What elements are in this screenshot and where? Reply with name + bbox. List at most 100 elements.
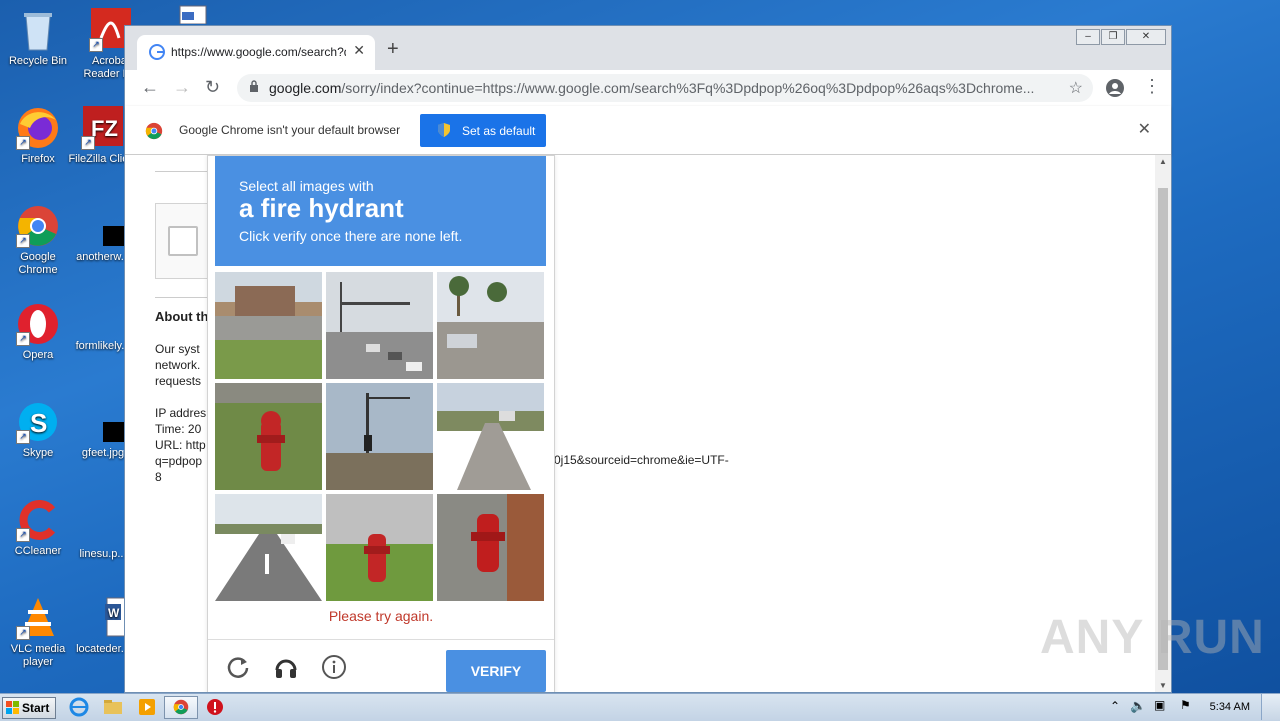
chrome-icon: ↗ (16, 204, 60, 248)
audio-challenge-icon[interactable] (273, 654, 299, 680)
new-tab-icon[interactable]: + (387, 38, 399, 61)
url-tail-text: 0j15&sourceid=chrome&ie=UTF- (554, 453, 729, 467)
reload-icon[interactable]: ↻ (205, 77, 220, 98)
desktop-icon-label: locateder... (76, 643, 130, 655)
back-icon[interactable]: ← (141, 77, 159, 98)
image-tile-6[interactable] (437, 383, 544, 490)
document-icon (166, 4, 210, 25)
chrome-logo-icon (145, 122, 163, 140)
menu-kebab-icon[interactable]: ⋮ (1143, 76, 1161, 97)
forward-icon[interactable]: → (173, 77, 191, 98)
desktop-icon-label: linesu.p... (79, 548, 127, 560)
media-player-icon[interactable] (136, 697, 158, 717)
verify-button[interactable]: VERIFY (446, 650, 546, 692)
shortcut-arrow-icon: ↗ (16, 234, 30, 248)
text-line: IP addres (155, 406, 207, 420)
skype-icon: S ↗ (16, 400, 60, 444)
minimize-button[interactable]: ‒ (1076, 29, 1100, 45)
show-desktop-button[interactable] (1261, 694, 1280, 720)
set-as-default-button[interactable]: Set as default (420, 114, 546, 147)
tab-close-icon[interactable]: ✕ (353, 42, 365, 59)
image-tile-1[interactable] (215, 272, 322, 379)
vlc-icon: ↗ (16, 596, 60, 640)
close-window-button[interactable]: ✕ (1126, 29, 1166, 45)
desktop-icon-label: Opera (22, 349, 54, 361)
scrollbar-thumb[interactable] (1158, 188, 1168, 670)
desktop-icon-opera[interactable]: ↗ Opera (0, 302, 76, 362)
tab-google-search[interactable]: https://www.google.com/search?q= ✕ (137, 35, 375, 70)
shortcut-arrow-icon: ↗ (16, 528, 30, 542)
infobar-close-icon[interactable]: ✕ (1138, 119, 1151, 139)
desktop-icon-label: anotherw... (76, 251, 130, 263)
shortcut-arrow-icon: ↗ (16, 430, 30, 444)
text-line: q=pdpop (155, 454, 203, 468)
details-text: IP addres Time: 20 URL: http q=pdpop 8 (155, 405, 206, 485)
scroll-down-icon[interactable]: ▼ (1159, 681, 1167, 690)
challenge-footer: VERIFY (208, 639, 554, 692)
image-tile-3[interactable] (437, 272, 544, 379)
volume-icon[interactable]: 🔈 (1130, 698, 1146, 714)
desktop-icon-label: gfeet.jpg (81, 447, 125, 459)
shortcut-arrow-icon: ↗ (89, 38, 103, 52)
explanation-text: Our syst network. requests (155, 341, 201, 389)
lock-icon (250, 80, 258, 92)
profile-avatar-icon[interactable] (1105, 78, 1125, 98)
default-browser-infobar: Google Chrome isn't your default browser… (125, 106, 1171, 155)
shortcut-arrow-icon: ↗ (81, 136, 95, 150)
page-content: About th Our syst network. requests IP a… (125, 155, 1155, 692)
opera-icon: ↗ (16, 302, 60, 346)
image-tile-8[interactable] (326, 494, 433, 601)
desktop-icon-label: Recycle Bin (8, 55, 68, 67)
chrome-taskbar-icon (173, 699, 189, 715)
desktop-icon-recycle-bin[interactable]: Recycle Bin (0, 8, 76, 68)
firefox-icon: ↗ (16, 106, 60, 150)
chrome-window: https://www.google.com/search?q= ✕ + ‒ ❐… (124, 25, 1172, 693)
desktop-icon-label: formlikely... (75, 340, 131, 352)
image-tile-9[interactable] (437, 494, 544, 601)
recaptcha-challenge: Select all images with a fire hydrant Cl… (207, 155, 555, 692)
action-center-flag-icon[interactable]: ⚑ (1180, 698, 1191, 712)
url-host: google.com (269, 80, 342, 96)
url-text: google.com/sorry/index?continue=https://… (269, 80, 1059, 96)
explorer-folder-icon[interactable] (102, 697, 124, 717)
page-heading: About th (155, 309, 209, 324)
recaptcha-checkbox[interactable] (168, 226, 198, 256)
clock[interactable]: 5:34 AM (1210, 701, 1250, 713)
image-tile-4[interactable] (215, 383, 322, 490)
recycle-bin-icon (16, 8, 60, 52)
tab-strip: https://www.google.com/search?q= ✕ + ‒ ❐… (125, 26, 1171, 70)
desktop-icon-label: CCleaner (14, 545, 62, 557)
black-file-icon (81, 420, 141, 444)
image-tile-5[interactable] (326, 383, 433, 490)
info-icon[interactable] (321, 654, 347, 680)
bookmark-star-icon[interactable]: ☆ (1069, 78, 1083, 98)
shortcut-arrow-icon: ↗ (16, 626, 30, 640)
start-button[interactable]: Start (2, 697, 56, 719)
scroll-up-icon[interactable]: ▲ (1159, 157, 1167, 166)
text-line: requests (155, 374, 202, 388)
svg-text:W: W (108, 606, 120, 620)
desktop-icon-document[interactable] (150, 4, 226, 27)
tray-expand-icon[interactable]: ⌃ (1110, 699, 1120, 713)
instruction-line1: Select all images with (239, 178, 374, 194)
svg-text:FZ: FZ (91, 116, 118, 141)
opera-taskbar-icon[interactable] (204, 697, 226, 717)
error-message: Please try again. (328, 608, 434, 624)
black-file-icon (81, 224, 141, 248)
url-path: /sorry/index?continue=https://www.google… (341, 80, 1035, 96)
infobar-message: Google Chrome isn't your default browser (179, 123, 401, 137)
taskbar-chrome-button[interactable] (164, 696, 198, 719)
svg-text:S: S (30, 408, 47, 438)
reload-challenge-icon[interactable] (225, 654, 251, 680)
start-label: Start (22, 701, 50, 715)
ie-icon[interactable] (68, 697, 90, 717)
image-tile-2[interactable] (326, 272, 433, 379)
text-line: URL: http (155, 438, 206, 452)
network-icon[interactable]: ▣ (1154, 698, 1165, 712)
set-as-default-label: Set as default (462, 124, 536, 138)
filezilla-icon: FZ ↗ (81, 106, 125, 150)
image-tile-7[interactable] (215, 494, 322, 601)
restore-button[interactable]: ❐ (1101, 29, 1125, 45)
text-line: 8 (155, 470, 162, 484)
address-bar[interactable]: google.com/sorry/index?continue=https://… (237, 74, 1093, 102)
